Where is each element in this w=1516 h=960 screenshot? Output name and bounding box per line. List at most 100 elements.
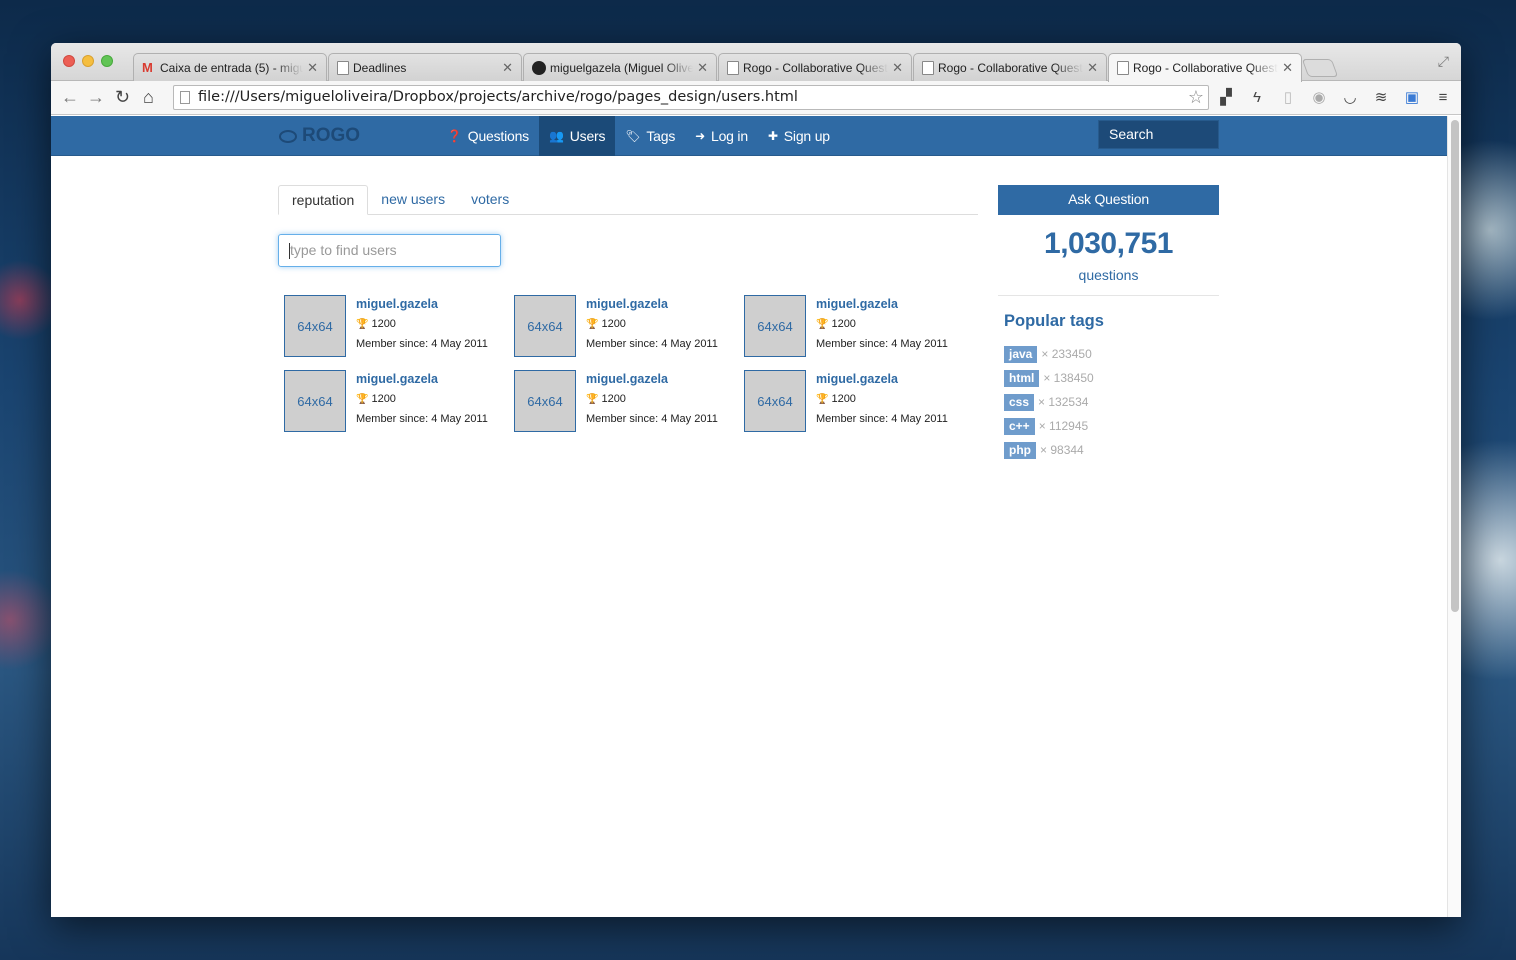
avatar[interactable]: 64x64: [514, 370, 576, 432]
user-name-link[interactable]: miguel.gazela: [586, 372, 668, 386]
pocket-icon[interactable]: ◡: [1341, 89, 1359, 107]
browser-window: M Caixa de entrada (5) - miguel ✕ Deadli…: [51, 43, 1461, 917]
tag-chip[interactable]: c++: [1004, 417, 1035, 435]
avatar[interactable]: 64x64: [284, 295, 346, 357]
nav-label: Tags: [646, 128, 676, 144]
user-name-link[interactable]: miguel.gazela: [356, 297, 438, 311]
tag-count: × 98344: [1040, 443, 1084, 457]
reputation-value: 1200: [601, 318, 626, 330]
browser-tab[interactable]: Deadlines ✕: [328, 53, 522, 81]
tag-count: × 132534: [1038, 395, 1089, 409]
find-users-input[interactable]: type to find users: [278, 234, 501, 267]
home-icon[interactable]: ⌂: [143, 87, 154, 107]
menu-icon[interactable]: ≡: [1434, 89, 1452, 107]
nav-questions[interactable]: ❓ Questions: [437, 116, 539, 156]
tag-chip[interactable]: html: [1004, 369, 1040, 387]
page-icon: [1117, 61, 1129, 75]
close-tab-icon[interactable]: ✕: [502, 60, 513, 76]
sidebar-divider: [998, 295, 1219, 296]
avatar[interactable]: 64x64: [744, 295, 806, 357]
reader-icon[interactable]: ▯: [1279, 89, 1297, 107]
site-search-input[interactable]: Search: [1098, 120, 1219, 149]
maximize-window-button[interactable]: [101, 55, 113, 67]
page-scrollbar[interactable]: [1447, 116, 1461, 917]
plus-icon: ✚: [767, 129, 778, 143]
browser-tab-active[interactable]: Rogo - Collaborative Questions ✕: [1108, 53, 1302, 82]
sign-in-icon: ➜: [695, 129, 705, 143]
avatar[interactable]: 64x64: [744, 370, 806, 432]
shield-icon[interactable]: ◉: [1310, 89, 1328, 107]
user-name-link[interactable]: miguel.gazela: [816, 297, 898, 311]
question-count-label: questions: [1078, 267, 1139, 283]
close-tab-icon[interactable]: ✕: [307, 60, 318, 76]
reputation-value: 1200: [601, 393, 626, 405]
users-icon: 👥: [548, 129, 564, 143]
reload-icon[interactable]: ↻: [115, 87, 130, 107]
member-since: Member since: 4 May 2011: [816, 413, 948, 425]
nav-links: ❓ Questions 👥 Users 🏷 Tags ➜ Log in ✚ Si…: [437, 116, 840, 156]
nav-tags[interactable]: 🏷 Tags: [615, 116, 685, 156]
close-tab-icon[interactable]: ✕: [1282, 60, 1293, 76]
tab-title: Rogo - Collaborative Questions: [938, 60, 1083, 75]
scrollbar-thumb[interactable]: [1451, 120, 1459, 612]
close-tab-icon[interactable]: ✕: [892, 60, 903, 76]
buffer-icon[interactable]: ≋: [1372, 89, 1390, 107]
browser-toolbar: ← → ↻ ⌂ file:///Users/migueloliveira/Dro…: [51, 81, 1461, 115]
brand-logo[interactable]: ROGO: [279, 125, 360, 147]
tab-reputation[interactable]: reputation: [278, 185, 369, 215]
address-bar[interactable]: file:///Users/migueloliveira/Dropbox/pro…: [173, 85, 1209, 110]
minimize-window-button[interactable]: [82, 55, 94, 67]
user-name-link[interactable]: miguel.gazela: [356, 372, 438, 386]
tab-voters[interactable]: voters: [458, 185, 522, 215]
site-navbar: ROGO ❓ Questions 👥 Users 🏷 Tags ➜ Log in: [51, 116, 1447, 156]
tab-title: Rogo - Collaborative Questions: [743, 60, 888, 75]
window-extension-icon[interactable]: ▣: [1403, 89, 1421, 107]
nav-users[interactable]: 👥 Users: [538, 116, 616, 156]
fullscreen-icon[interactable]: ⤢: [1438, 53, 1449, 70]
nav-signup[interactable]: ✚ Sign up: [758, 116, 840, 156]
browser-tab[interactable]: Rogo - Collaborative Questions ✕: [913, 53, 1107, 81]
trophy-icon: 🏆: [816, 319, 829, 330]
browser-tab[interactable]: Rogo - Collaborative Questions ✕: [718, 53, 912, 81]
ask-question-button[interactable]: Ask Question: [998, 185, 1219, 215]
tab-title: Caixa de entrada (5) - miguel: [160, 60, 304, 75]
nav-label: Users: [569, 128, 606, 144]
user-card: 64x64 miguel.gazela 🏆 1200 Member since: …: [284, 370, 504, 432]
tab-title: Deadlines: [353, 60, 407, 75]
user-name-link[interactable]: miguel.gazela: [816, 372, 898, 386]
user-card: 64x64 miguel.gazela 🏆 1200 Member since: …: [284, 295, 504, 357]
new-tab-button[interactable]: [1301, 59, 1339, 77]
tag-chip[interactable]: java: [1004, 345, 1038, 363]
tag-chip[interactable]: php: [1004, 441, 1036, 459]
brand-text: ROGO: [302, 125, 361, 146]
user-card: 64x64 miguel.gazela 🏆 1200 Member since: …: [744, 370, 964, 432]
forward-arrow-icon[interactable]: →: [87, 87, 105, 107]
bookmark-star-icon[interactable]: ☆: [1188, 86, 1204, 109]
gmail-icon: M: [142, 59, 153, 75]
lightning-icon[interactable]: ϟ: [1248, 89, 1266, 107]
tab-title: Rogo - Collaborative Questions: [1133, 61, 1278, 75]
user-sort-tabs: reputation new users voters: [278, 185, 978, 215]
trophy-icon: 🏆: [816, 394, 829, 405]
user-reputation: 🏆 1200: [586, 318, 626, 330]
browser-tab[interactable]: miguelgazela (Miguel Oliveira) ✕: [523, 53, 717, 81]
back-arrow-icon[interactable]: ←: [61, 87, 79, 107]
member-since: Member since: 4 May 2011: [356, 338, 488, 350]
user-name-link[interactable]: miguel.gazela: [586, 297, 668, 311]
avatar[interactable]: 64x64: [514, 295, 576, 357]
browser-tab[interactable]: M Caixa de entrada (5) - miguel ✕: [133, 53, 327, 81]
close-window-button[interactable]: [63, 55, 75, 67]
extension-icon[interactable]: ▞: [1217, 89, 1235, 107]
url-text: file:///Users/migueloliveira/Dropbox/pro…: [198, 89, 798, 105]
github-icon: [532, 60, 546, 75]
tab-new-users[interactable]: new users: [368, 185, 458, 215]
user-reputation: 🏆 1200: [816, 393, 856, 405]
close-tab-icon[interactable]: ✕: [697, 60, 708, 76]
popular-tags-list: java × 233450 html × 138450 css × 132534…: [1004, 342, 1094, 462]
close-tab-icon[interactable]: ✕: [1087, 60, 1098, 76]
avatar[interactable]: 64x64: [284, 370, 346, 432]
trophy-icon: 🏆: [356, 319, 369, 330]
page-icon: [180, 91, 190, 104]
tag-chip[interactable]: css: [1004, 393, 1035, 411]
nav-login[interactable]: ➜ Log in: [685, 116, 758, 156]
